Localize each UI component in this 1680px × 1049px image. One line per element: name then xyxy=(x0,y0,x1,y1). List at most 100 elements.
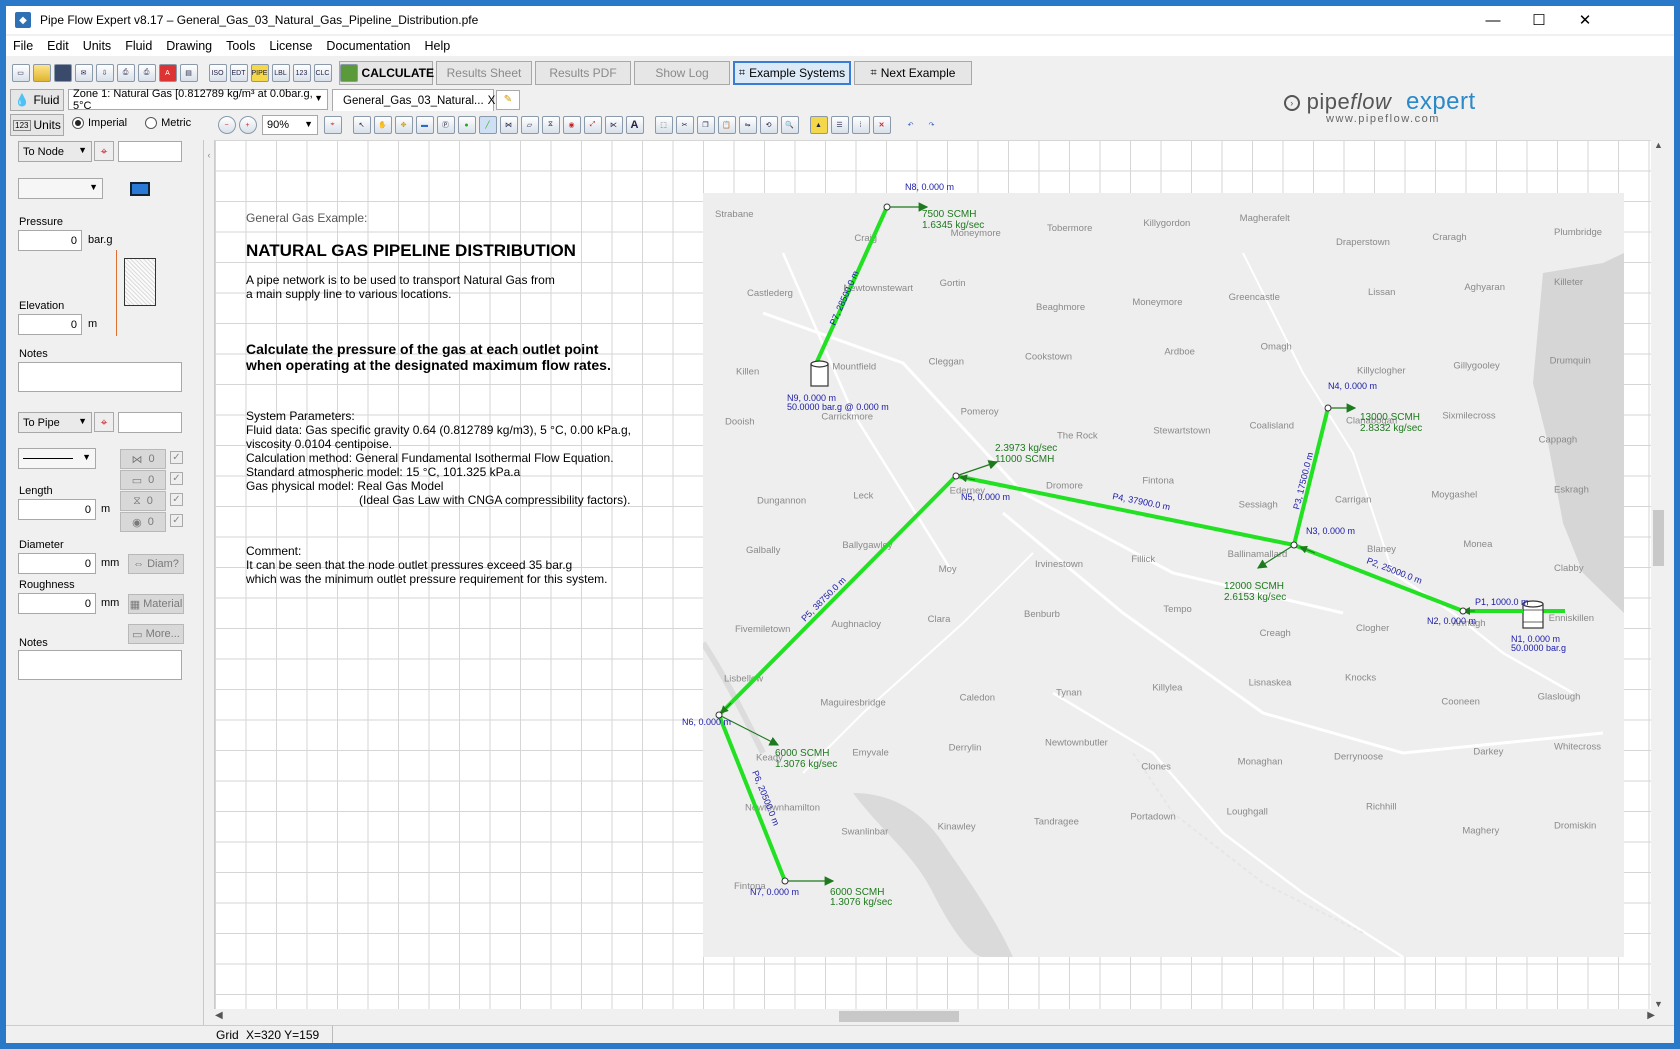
metric-radio[interactable] xyxy=(145,117,158,129)
component-button[interactable]: ▭ 0 xyxy=(120,470,166,490)
fluid-button[interactable]: 💧 Fluid xyxy=(10,89,64,111)
pipe-p5[interactable] xyxy=(717,474,958,717)
horizontal-scrollbar[interactable]: ◀ ▶ xyxy=(215,1009,1655,1024)
undo-icon[interactable]: ↶ xyxy=(902,116,920,134)
pipe-p2[interactable] xyxy=(1293,543,1464,613)
paste-icon[interactable]: 📋 xyxy=(717,116,736,134)
vertical-scrollbar[interactable]: ▲ ▼ xyxy=(1651,140,1666,1009)
cut-icon[interactable]: ✂ xyxy=(675,116,694,134)
label-icon[interactable]: LBL xyxy=(271,64,290,82)
marquee-icon[interactable]: ⬚ xyxy=(654,116,673,134)
component-icon[interactable]: ▱ xyxy=(520,116,539,134)
node-n4[interactable] xyxy=(1324,404,1332,412)
crosshair-icon[interactable]: ⌖ xyxy=(323,116,342,134)
menu-tools[interactable]: Tools xyxy=(219,39,262,53)
open-folder-icon[interactable] xyxy=(32,64,51,82)
results-sheet-button[interactable]: Results Sheet xyxy=(436,61,532,85)
calculate-button[interactable]: CALCULATE xyxy=(339,61,434,85)
elevation-field[interactable]: 0 xyxy=(18,314,82,335)
select-arrow-icon[interactable]: ↖ xyxy=(352,116,371,134)
pressure-node-icon[interactable]: Ⓟ xyxy=(436,116,455,134)
new-file-icon[interactable]: ▭ xyxy=(11,64,30,82)
pump-checkbox[interactable]: ✓ xyxy=(170,514,183,527)
component-checkbox[interactable]: ✓ xyxy=(170,472,183,485)
pipe-p6[interactable] xyxy=(717,714,787,882)
node-icon[interactable]: ● xyxy=(457,116,476,134)
length-field[interactable]: 0 xyxy=(18,499,96,520)
pipe-p4[interactable] xyxy=(955,474,1295,547)
menu-fluid[interactable]: Fluid xyxy=(118,39,159,53)
imperial-radio[interactable] xyxy=(72,117,84,129)
pipe-notes-field[interactable] xyxy=(18,650,182,680)
email-icon[interactable]: ✉ xyxy=(74,64,93,82)
node-n3[interactable] xyxy=(1290,541,1298,549)
node-name-field[interactable] xyxy=(118,141,182,162)
move-icon[interactable]: ✥ xyxy=(394,116,413,134)
highlight-icon[interactable]: ▲ xyxy=(809,116,828,134)
node-n8[interactable] xyxy=(883,203,891,211)
tank-icon[interactable]: ▬ xyxy=(415,116,434,134)
drawing-canvas[interactable]: General Gas Example: NATURAL GAS PIPELIN… xyxy=(215,140,1666,1009)
menu-units[interactable]: Units xyxy=(76,39,118,53)
node-n7[interactable] xyxy=(781,877,789,885)
flip-icon[interactable]: ⇋ xyxy=(738,116,757,134)
node-select[interactable]: To Node ▼ xyxy=(18,141,92,162)
roughness-field[interactable]: 0 xyxy=(18,593,96,614)
fittings-button[interactable]: ⋈ 0 xyxy=(120,449,166,469)
node-n2[interactable] xyxy=(1459,607,1467,615)
calc-icon[interactable]: CLC xyxy=(313,64,332,82)
new-tab-icon[interactable]: ✎ xyxy=(496,90,520,110)
edit-icon[interactable]: EDT xyxy=(229,64,248,82)
results-pdf-button[interactable]: Results PDF xyxy=(535,61,631,85)
pipe-icon[interactable]: PIPE xyxy=(250,64,269,82)
fluid-zone-select[interactable]: Zone 1: Natural Gas [0.812789 kg/m³ at 0… xyxy=(68,88,328,112)
image-icon[interactable]: ▤ xyxy=(179,64,198,82)
redo-icon[interactable]: ↷ xyxy=(923,116,941,134)
vertical-scroll-thumb[interactable] xyxy=(1653,510,1664,566)
zoom-select[interactable]: 90% ▼ xyxy=(262,115,318,135)
horizontal-scroll-thumb[interactable] xyxy=(839,1011,959,1022)
pressure-field[interactable]: 0 xyxy=(18,230,82,251)
demand-icon[interactable]: ⋉ xyxy=(604,116,623,134)
diam-button[interactable]: ⇔ Diam? xyxy=(128,554,184,574)
print-preview-icon[interactable]: ⎙ xyxy=(116,64,135,82)
fittings-checkbox[interactable]: ✓ xyxy=(170,451,183,464)
menu-edit[interactable]: Edit xyxy=(40,39,76,53)
align-icon[interactable]: ☰ xyxy=(830,116,849,134)
delete-icon[interactable]: ✕ xyxy=(872,116,891,134)
node-notes-field[interactable] xyxy=(18,362,182,392)
zoom-out-icon[interactable]: − xyxy=(217,116,236,134)
menu-documentation[interactable]: Documentation xyxy=(319,39,417,53)
node-type-select[interactable]: ▼ xyxy=(18,178,103,199)
number-icon[interactable]: 123 xyxy=(292,64,311,82)
show-log-button[interactable]: Show Log xyxy=(634,61,730,85)
minimize-button[interactable]: — xyxy=(1470,6,1516,34)
find-icon[interactable]: 🔍 xyxy=(780,116,799,134)
node-n5[interactable] xyxy=(952,472,960,480)
example-systems-button[interactable]: ⌗ Example Systems xyxy=(733,61,851,85)
valve-button[interactable]: ⧖ 0 xyxy=(120,491,166,511)
valve-icon[interactable]: ⧖ xyxy=(541,116,560,134)
flow-control-icon[interactable]: ⤢ xyxy=(583,116,602,134)
locate-pipe-icon[interactable]: ⌖ xyxy=(94,412,114,432)
valve-checkbox[interactable]: ✓ xyxy=(170,493,183,506)
text-tool-icon[interactable]: A xyxy=(625,116,644,134)
menu-file[interactable]: File xyxy=(6,39,40,53)
line-style-select[interactable]: ▼ xyxy=(18,448,96,469)
scroll-down-icon[interactable]: ▼ xyxy=(1651,999,1666,1009)
pump-icon[interactable]: ◉ xyxy=(562,116,581,134)
collapse-panel-icon[interactable]: ‹ xyxy=(204,140,215,1009)
pan-hand-icon[interactable]: ✋ xyxy=(373,116,392,134)
save-icon[interactable] xyxy=(53,64,72,82)
scroll-up-icon[interactable]: ▲ xyxy=(1651,140,1666,150)
maximize-button[interactable]: ☐ xyxy=(1516,6,1562,34)
menu-license[interactable]: License xyxy=(262,39,319,53)
fitting-icon[interactable]: ⋈ xyxy=(499,116,518,134)
menu-drawing[interactable]: Drawing xyxy=(159,39,219,53)
close-button[interactable]: ✕ xyxy=(1562,6,1608,34)
pdf-icon[interactable]: A xyxy=(158,64,177,82)
diameter-field[interactable]: 0 xyxy=(18,553,96,574)
units-button[interactable]: 123 Units xyxy=(10,114,64,136)
tab-document[interactable]: General_Gas_03_Natural... X xyxy=(332,89,495,111)
iso-icon[interactable]: ISO xyxy=(208,64,227,82)
